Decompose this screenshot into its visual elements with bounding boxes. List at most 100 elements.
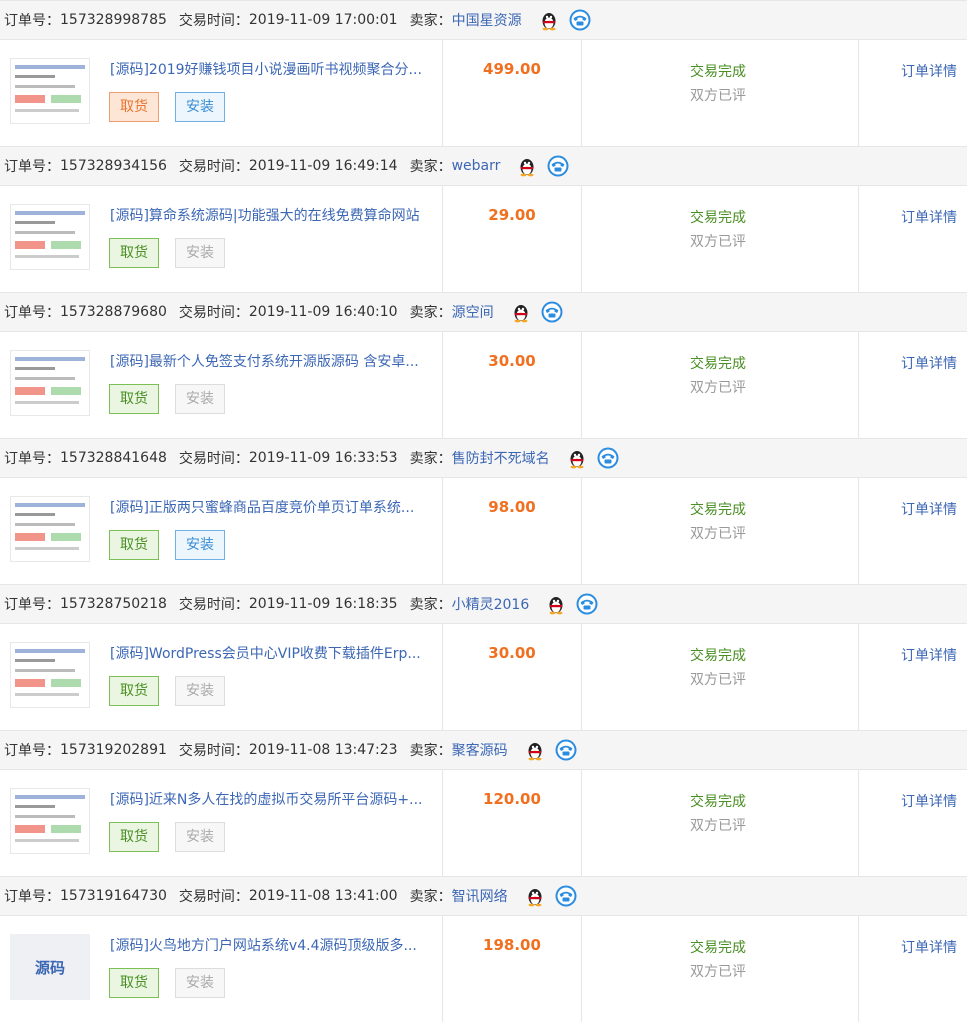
- qq-penguin-icon[interactable]: [516, 155, 538, 177]
- trade-time: 2019-11-09 16:49:14: [248, 158, 398, 174]
- install-button[interactable]: 安装: [175, 676, 225, 706]
- order-body: [源码]近来N多人在找的虚拟币交易所平台源码+... 取货 安装 120.00 …: [0, 770, 967, 876]
- order-card: 订单号： 157319202891 交易时间： 2019-11-08 13:47…: [0, 730, 967, 876]
- order-card: 订单号： 157328841648 交易时间： 2019-11-09 16:33…: [0, 438, 967, 584]
- trade-status: 交易完成: [690, 502, 746, 518]
- order-no: 157328998785: [60, 12, 167, 28]
- seller-label: 卖家：: [409, 743, 452, 759]
- order-header: 订单号： 157319164730 交易时间： 2019-11-08 13:41…: [0, 877, 967, 916]
- operation-cell: 订单详情: [859, 40, 967, 146]
- seller-link[interactable]: webarr: [452, 158, 501, 174]
- seller-link[interactable]: 售防封不死域名: [452, 448, 550, 468]
- order-no: 157319164730: [60, 888, 167, 904]
- goods-thumbnail[interactable]: [10, 58, 90, 124]
- order-no-label: 订单号：: [4, 597, 60, 613]
- trade-time-label: 交易时间：: [178, 743, 249, 759]
- review-status: 双方已评: [690, 672, 746, 688]
- goods-cell: 源码 [源码]火鸟地方门户网站系统v4.4源码顶级版多... 取货 安装: [0, 916, 443, 1022]
- phone-icon[interactable]: [575, 593, 599, 615]
- seller-link[interactable]: 聚客源码: [452, 740, 508, 760]
- pickup-button[interactable]: 取货: [109, 92, 159, 122]
- order-header: 订单号： 157328841648 交易时间： 2019-11-09 16:33…: [0, 439, 967, 478]
- qq-penguin-icon[interactable]: [538, 9, 560, 31]
- goods-thumbnail[interactable]: [10, 496, 90, 562]
- phone-icon[interactable]: [568, 9, 592, 31]
- qq-penguin-icon[interactable]: [545, 593, 567, 615]
- seller-link[interactable]: 中国星资源: [452, 10, 522, 30]
- goods-cell: [源码]WordPress会员中心VIP收费下载插件Erp... 取货 安装: [0, 624, 443, 730]
- order-header: 订单号： 157328934156 交易时间： 2019-11-09 16:49…: [0, 147, 967, 186]
- order-no: 157319202891: [60, 742, 167, 758]
- goods-thumbnail[interactable]: [10, 788, 90, 854]
- goods-cell: [源码]2019好赚钱项目小说漫画听书视频聚合分... 取货 安装: [0, 40, 443, 146]
- order-no-label: 订单号：: [4, 159, 60, 175]
- seller-label: 卖家：: [409, 889, 452, 905]
- qq-penguin-icon[interactable]: [566, 447, 588, 469]
- install-button[interactable]: 安装: [175, 92, 225, 122]
- trade-time: 2019-11-09 16:40:10: [248, 304, 398, 320]
- seller-link[interactable]: 小精灵2016: [452, 594, 530, 614]
- order-detail-link[interactable]: 订单详情: [859, 207, 967, 227]
- phone-icon[interactable]: [554, 885, 578, 907]
- seller-label: 卖家：: [409, 305, 452, 321]
- goods-cell: [源码]最新个人免签支付系统开源版源码 含安卓... 取货 安装: [0, 332, 443, 438]
- review-status: 双方已评: [690, 380, 746, 396]
- seller-link[interactable]: 源空间: [452, 302, 494, 322]
- pickup-button[interactable]: 取货: [109, 384, 159, 414]
- pickup-button[interactable]: 取货: [109, 238, 159, 268]
- phone-icon[interactable]: [546, 155, 570, 177]
- order-price: 30.00: [488, 644, 536, 662]
- order-card: 订单号： 157328879680 交易时间： 2019-11-09 16:40…: [0, 292, 967, 438]
- seller-link[interactable]: 智讯网络: [452, 886, 508, 906]
- trade-status: 交易完成: [690, 940, 746, 956]
- goods-thumbnail[interactable]: 源码: [10, 934, 90, 1000]
- seller-label: 卖家：: [409, 159, 452, 175]
- review-status: 双方已评: [690, 964, 746, 980]
- goods-thumbnail[interactable]: [10, 350, 90, 416]
- order-body: [源码]2019好赚钱项目小说漫画听书视频聚合分... 取货 安装 499.00…: [0, 40, 967, 146]
- pickup-button[interactable]: 取货: [109, 676, 159, 706]
- phone-icon[interactable]: [596, 447, 620, 469]
- order-header: 订单号： 157319202891 交易时间： 2019-11-08 13:47…: [0, 731, 967, 770]
- seller-label: 卖家：: [409, 13, 452, 29]
- order-no-label: 订单号：: [4, 13, 60, 29]
- pickup-button[interactable]: 取货: [109, 530, 159, 560]
- install-button[interactable]: 安装: [175, 968, 225, 998]
- thumbnail-text: 源码: [34, 958, 65, 977]
- pickup-button[interactable]: 取货: [109, 968, 159, 998]
- order-card: 订单号： 157328998785 交易时间： 2019-11-09 17:00…: [0, 0, 967, 146]
- goods-title-link[interactable]: [源码]火鸟地方门户网站系统v4.4源码顶级版多...: [110, 935, 440, 955]
- order-detail-link[interactable]: 订单详情: [859, 61, 967, 81]
- order-detail-link[interactable]: 订单详情: [859, 645, 967, 665]
- order-list: 订单号： 157328998785 交易时间： 2019-11-09 17:00…: [0, 0, 967, 1022]
- qq-penguin-icon[interactable]: [524, 739, 546, 761]
- goods-title-link[interactable]: [源码]正版两只蜜蜂商品百度竞价单页订单系统...: [110, 497, 440, 517]
- install-button[interactable]: 安装: [175, 822, 225, 852]
- phone-icon[interactable]: [554, 739, 578, 761]
- order-no: 157328750218: [60, 596, 167, 612]
- order-card: 订单号： 157328934156 交易时间： 2019-11-09 16:49…: [0, 146, 967, 292]
- pickup-button[interactable]: 取货: [109, 822, 159, 852]
- qq-penguin-icon[interactable]: [524, 885, 546, 907]
- goods-title-link[interactable]: [源码]2019好赚钱项目小说漫画听书视频聚合分...: [110, 59, 440, 79]
- goods-title-link[interactable]: [源码]最新个人免签支付系统开源版源码 含安卓...: [110, 351, 440, 371]
- order-price: 198.00: [483, 936, 541, 954]
- goods-title-link[interactable]: [源码]近来N多人在找的虚拟币交易所平台源码+...: [110, 789, 440, 809]
- order-detail-link[interactable]: 订单详情: [859, 353, 967, 373]
- status-cell: 交易完成 双方已评: [582, 478, 859, 584]
- phone-icon[interactable]: [540, 301, 564, 323]
- install-button[interactable]: 安装: [175, 384, 225, 414]
- goods-title-link[interactable]: [源码]WordPress会员中心VIP收费下载插件Erp...: [110, 643, 440, 663]
- qq-penguin-icon[interactable]: [510, 301, 532, 323]
- order-detail-link[interactable]: 订单详情: [859, 499, 967, 519]
- order-detail-link[interactable]: 订单详情: [859, 791, 967, 811]
- goods-thumbnail[interactable]: [10, 642, 90, 708]
- goods-title-link[interactable]: [源码]算命系统源码|功能强大的在线免费算命网站: [110, 205, 440, 225]
- order-header: 订单号： 157328750218 交易时间： 2019-11-09 16:18…: [0, 585, 967, 624]
- order-detail-link[interactable]: 订单详情: [859, 937, 967, 957]
- trade-time: 2019-11-09 16:18:35: [248, 596, 398, 612]
- install-button[interactable]: 安装: [175, 238, 225, 268]
- install-button[interactable]: 安装: [175, 530, 225, 560]
- goods-thumbnail[interactable]: [10, 204, 90, 270]
- review-status: 双方已评: [690, 526, 746, 542]
